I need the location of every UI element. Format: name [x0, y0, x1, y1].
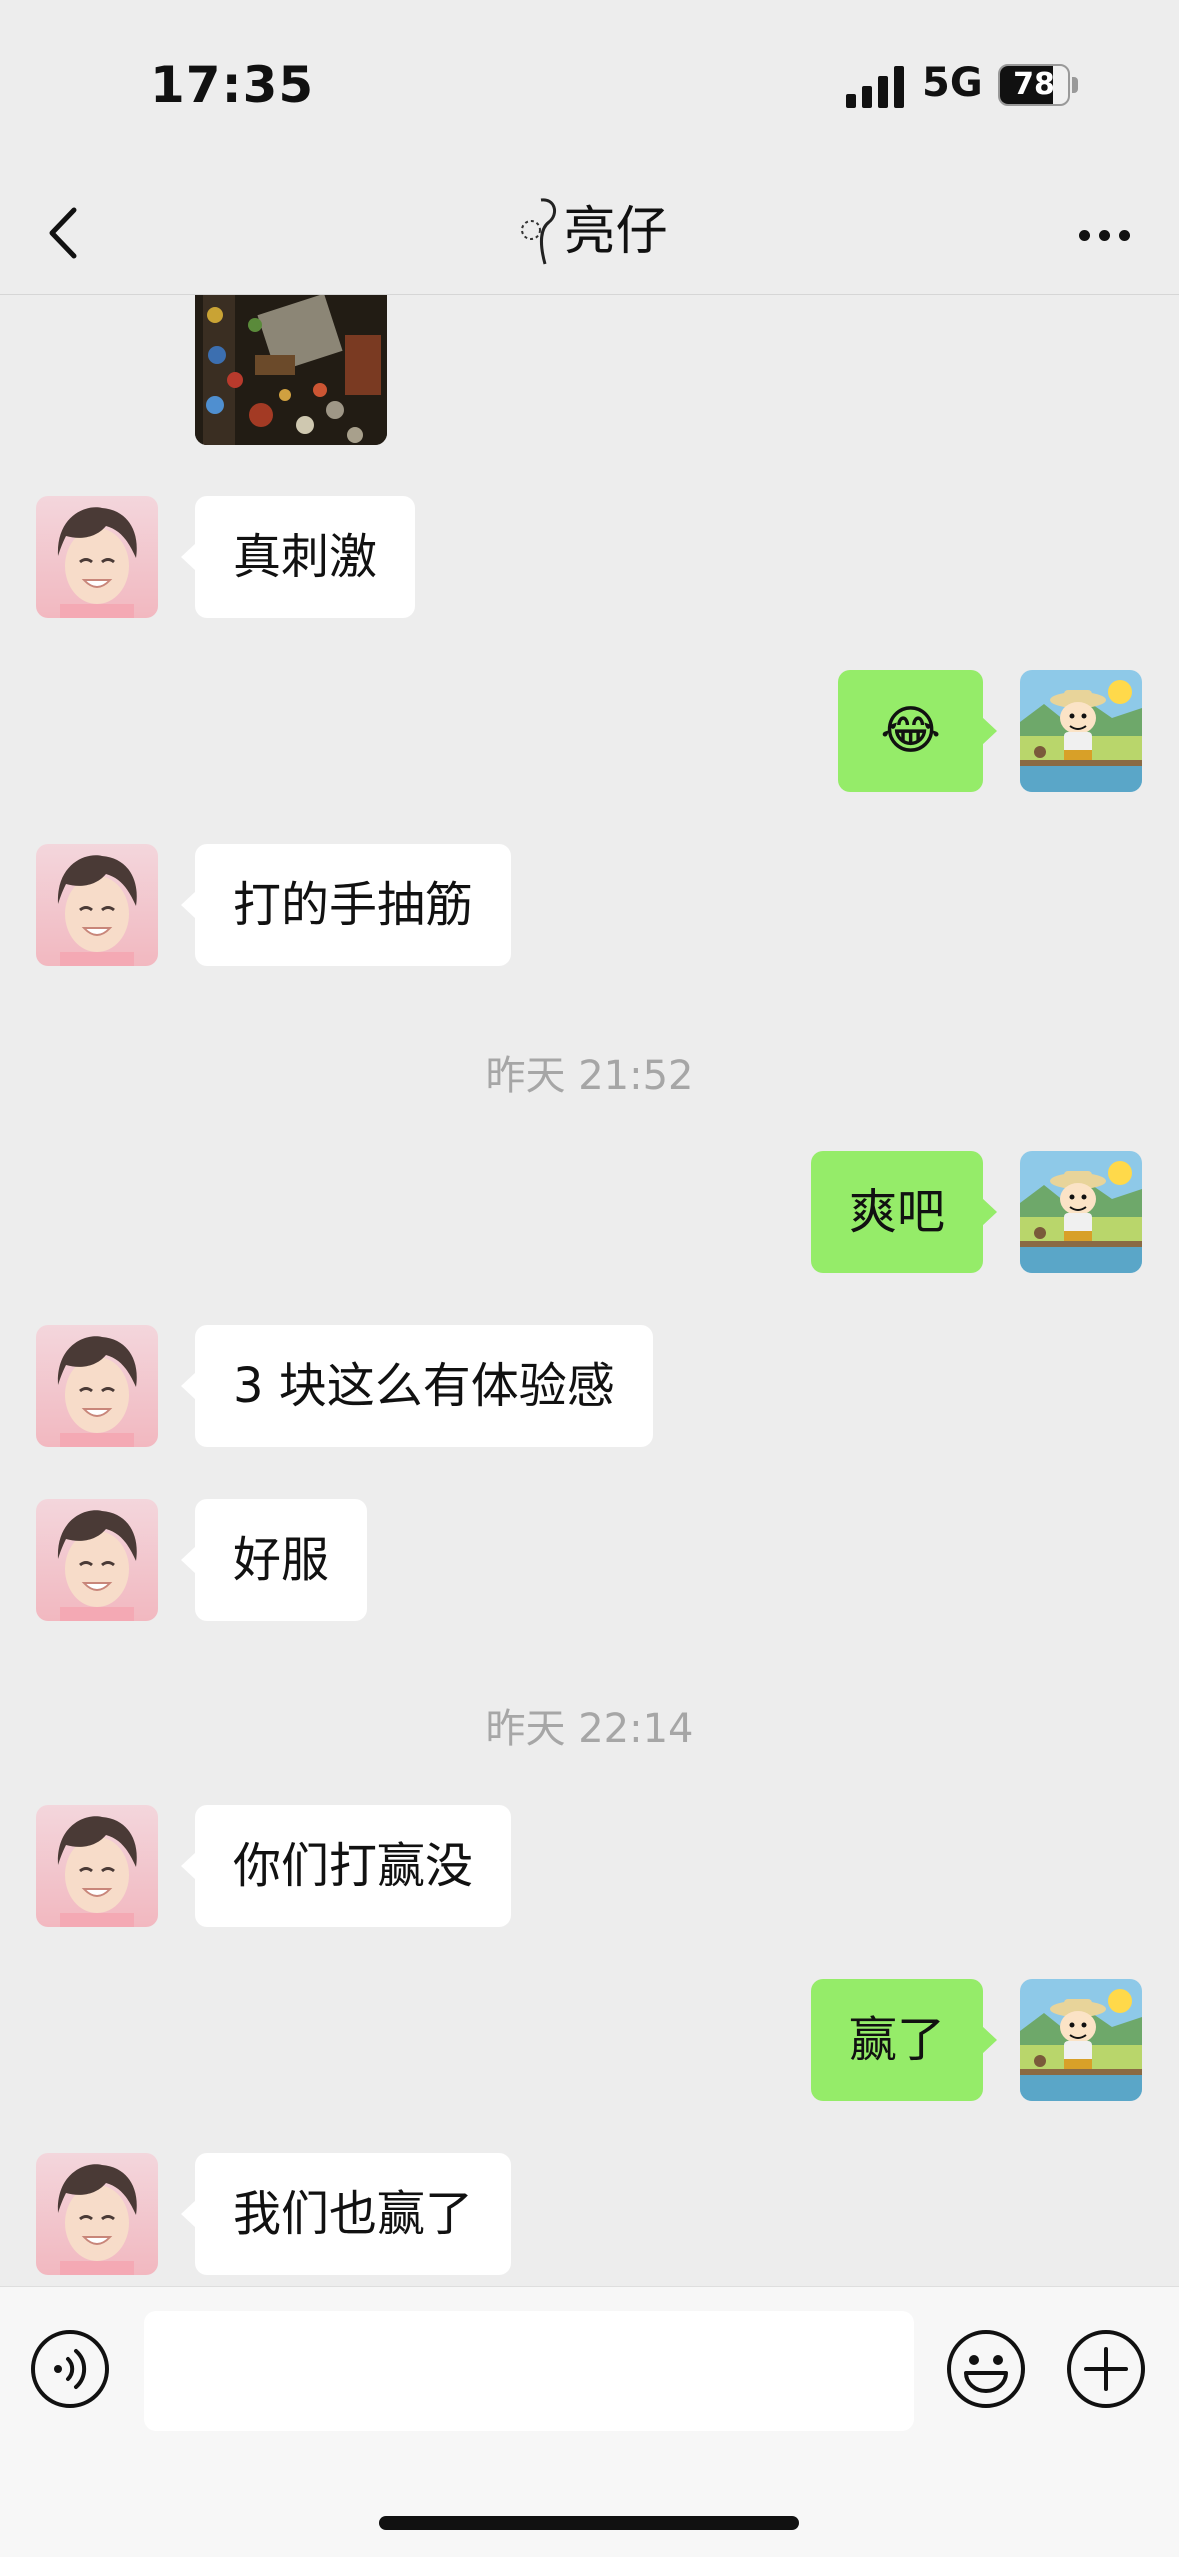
message-bubble[interactable]: 真刺激	[180, 496, 416, 618]
avatar-picture	[36, 1325, 158, 1447]
avatar-self[interactable]	[1020, 1151, 1142, 1273]
signal-icon	[846, 66, 904, 108]
avatar-picture	[36, 496, 158, 618]
avatar-picture	[36, 1805, 158, 1927]
avatar-friend[interactable]	[36, 2153, 158, 2275]
avatar-friend[interactable]	[36, 1499, 158, 1621]
battery-level: 78	[1013, 67, 1055, 102]
message-bubble[interactable]: 好服	[180, 1499, 368, 1621]
avatar-self[interactable]	[1020, 1979, 1142, 2101]
image-message[interactable]	[195, 295, 387, 445]
message-bubble[interactable]: 打的手抽筋	[180, 844, 512, 966]
network-type: 5G	[922, 60, 983, 106]
avatar-picture	[1020, 1151, 1142, 1273]
avatar-friend[interactable]	[36, 1805, 158, 1927]
status-bar: 17:35 5G 78	[0, 0, 1179, 170]
avatar-picture	[1020, 670, 1142, 792]
message-input[interactable]	[144, 2311, 914, 2431]
status-time: 17:35	[150, 56, 315, 114]
title-decoration-icon	[521, 198, 557, 265]
avatar-friend[interactable]	[36, 1325, 158, 1447]
avatar-picture	[1020, 1979, 1142, 2101]
avatar-picture	[36, 844, 158, 966]
message-bubble[interactable]: 赢了	[810, 1979, 998, 2101]
home-indicator[interactable]	[379, 2516, 799, 2530]
avatar-friend[interactable]	[36, 496, 158, 618]
message-bubble[interactable]: 3 块这么有体验感	[181, 1325, 653, 1447]
message-bubble[interactable]: 你们打赢没	[180, 1805, 512, 1927]
battery-icon: 78	[998, 64, 1070, 106]
avatar-picture	[36, 1499, 158, 1621]
timestamp: 昨天 22:14	[485, 1706, 694, 1752]
avatar-picture	[36, 2153, 158, 2275]
timestamp: 昨天 21:52	[485, 1053, 694, 1099]
avatar-self[interactable]	[1020, 670, 1142, 792]
battery-cap	[1072, 77, 1078, 93]
chat-history[interactable]: 昨天 21:52 昨天 22:14 真刺激 😂 打的手抽筋 爽吧 3 块这么有体…	[0, 295, 1179, 2285]
nav-bar: 亮仔	[0, 170, 1179, 295]
chat-title-text: 亮仔	[563, 202, 668, 262]
more-dots-icon[interactable]	[1069, 206, 1139, 260]
message-bubble[interactable]: 爽吧	[810, 1151, 998, 1273]
plus-icon[interactable]	[1066, 2329, 1146, 2409]
avatar-friend[interactable]	[36, 844, 158, 966]
message-bubble[interactable]: 😂	[838, 670, 997, 792]
message-bubble[interactable]: 我们也赢了	[180, 2153, 512, 2275]
voice-icon[interactable]	[30, 2329, 110, 2409]
emoji-icon[interactable]	[946, 2329, 1026, 2409]
chat-title: 亮仔	[0, 192, 1179, 272]
